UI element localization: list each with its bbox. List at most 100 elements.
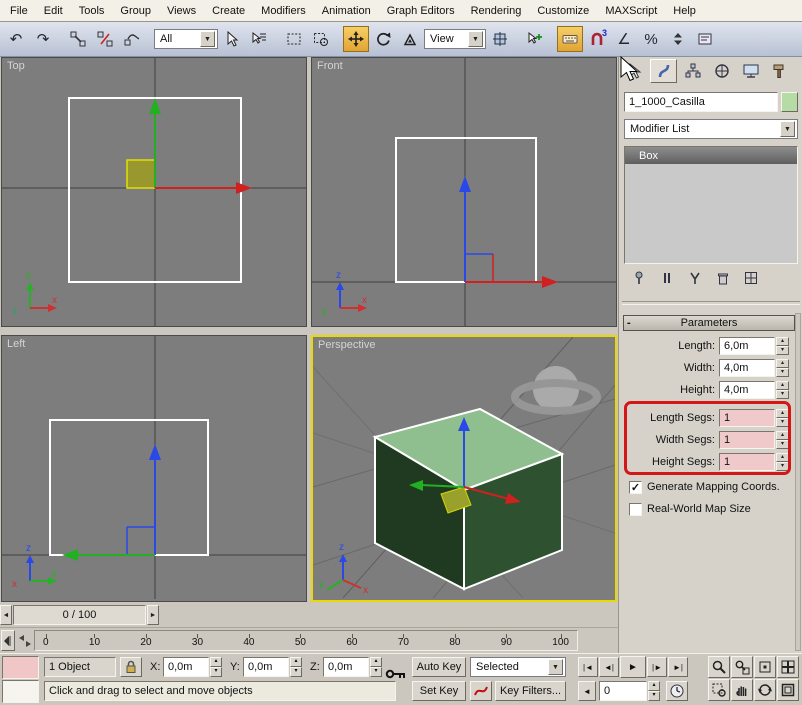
tab-hierarchy[interactable] bbox=[679, 59, 706, 83]
tab-create[interactable] bbox=[621, 59, 648, 83]
select-by-name-button[interactable] bbox=[246, 26, 272, 52]
width-spinner[interactable]: ▴ ▾ bbox=[776, 359, 789, 377]
y-coord-field[interactable]: 0,0m bbox=[243, 657, 289, 677]
rectangular-selection-region-button[interactable] bbox=[281, 26, 307, 52]
remove-modifier-button[interactable] bbox=[711, 268, 735, 288]
height-segs-spinner[interactable]: ▴ ▾ bbox=[776, 453, 789, 471]
length-segs-spinner[interactable]: ▴ ▾ bbox=[776, 409, 789, 427]
zoom-extents-button[interactable] bbox=[754, 656, 776, 678]
height-input[interactable]: 4,0m bbox=[719, 381, 775, 399]
current-frame-spinner[interactable]: ▴ ▾ bbox=[648, 681, 660, 701]
length-input[interactable]: 6,0m bbox=[719, 337, 775, 355]
length-spinner[interactable]: ▴ ▾ bbox=[776, 337, 789, 355]
go-to-end-button[interactable]: ►| bbox=[668, 657, 688, 677]
spinner-snap-button[interactable] bbox=[665, 26, 691, 52]
make-unique-button[interactable] bbox=[683, 268, 707, 288]
key-mode-dropdown[interactable]: Selected ▼ bbox=[470, 657, 566, 677]
macro-recorder-mini-listener[interactable] bbox=[2, 656, 39, 679]
select-and-rotate-button[interactable] bbox=[370, 26, 396, 52]
menu-item-file[interactable]: File bbox=[2, 2, 36, 20]
next-frame-step-button[interactable]: |► bbox=[647, 657, 667, 677]
menu-item-customize[interactable]: Customize bbox=[529, 2, 597, 20]
modifier-list-dropdown[interactable]: Modifier List ▼ bbox=[624, 119, 798, 139]
length-segs-input[interactable]: 1 bbox=[719, 409, 775, 427]
y-coord-spinner[interactable]: ▴ ▾ bbox=[290, 657, 302, 677]
select-and-manipulate-button[interactable] bbox=[522, 26, 548, 52]
auto-key-button[interactable]: Auto Key bbox=[412, 657, 466, 677]
menu-item-help[interactable]: Help bbox=[665, 2, 704, 20]
key-filters-button[interactable]: Key Filters... bbox=[495, 681, 566, 701]
configure-modifier-sets-button[interactable] bbox=[739, 268, 763, 288]
viewport-perspective-canvas[interactable]: z y x bbox=[313, 337, 615, 598]
default-tangents-button[interactable] bbox=[470, 681, 492, 701]
next-frame-button[interactable]: ► bbox=[147, 605, 159, 625]
show-end-result-button[interactable] bbox=[655, 268, 679, 288]
open-mini-curve-editor-button[interactable] bbox=[1, 630, 15, 651]
time-slider[interactable]: 0 / 100 bbox=[13, 605, 146, 625]
select-and-scale-button[interactable] bbox=[397, 26, 423, 52]
menu-item-create[interactable]: Create bbox=[204, 2, 253, 20]
window-crossing-button[interactable] bbox=[308, 26, 334, 52]
zoom-all-button[interactable] bbox=[731, 656, 753, 678]
menu-item-animation[interactable]: Animation bbox=[314, 2, 379, 20]
redo-button[interactable]: ↷ bbox=[30, 26, 56, 52]
go-to-start-button[interactable]: |◄ bbox=[578, 657, 598, 677]
menu-item-views[interactable]: Views bbox=[159, 2, 204, 20]
height-spinner[interactable]: ▴ ▾ bbox=[776, 381, 789, 399]
select-and-move-button[interactable] bbox=[343, 26, 369, 52]
viewport-left-canvas[interactable]: z y x bbox=[2, 336, 306, 599]
keyboard-shortcut-override-button[interactable] bbox=[557, 26, 583, 52]
bind-to-space-warp-button[interactable] bbox=[119, 26, 145, 52]
height-segs-input[interactable]: 1 bbox=[719, 453, 775, 471]
maximize-viewport-toggle-button[interactable] bbox=[777, 679, 799, 701]
menu-item-tools[interactable]: Tools bbox=[71, 2, 113, 20]
x-coord-field[interactable]: 0,0m bbox=[163, 657, 209, 677]
undo-button[interactable]: ↶ bbox=[3, 26, 29, 52]
zoom-button[interactable] bbox=[708, 656, 730, 678]
selection-lock-button[interactable] bbox=[120, 657, 142, 677]
selection-filter-dropdown[interactable]: All ▼ bbox=[154, 29, 218, 49]
parameters-rollout-header[interactable]: - Parameters bbox=[623, 315, 795, 331]
angle-snap-button[interactable]: ∠ bbox=[611, 26, 637, 52]
timeline-ruler[interactable]: 0 10 20 30 40 50 60 70 80 90 100 bbox=[34, 630, 578, 651]
select-and-link-button[interactable] bbox=[65, 26, 91, 52]
zoom-region-button[interactable] bbox=[708, 679, 730, 701]
real-world-map-checkbox[interactable] bbox=[629, 502, 642, 516]
viewport-perspective[interactable]: Perspective z y x bbox=[311, 335, 617, 602]
viewport-left[interactable]: Left z y x bbox=[1, 335, 307, 602]
menu-item-edit[interactable]: Edit bbox=[36, 2, 71, 20]
maxscript-mini-listener[interactable] bbox=[2, 680, 39, 703]
menu-item-graph-editors[interactable]: Graph Editors bbox=[379, 2, 463, 20]
pin-stack-button[interactable] bbox=[627, 268, 651, 288]
generate-mapping-checkbox[interactable]: ✓ bbox=[629, 480, 642, 494]
arc-rotate-button[interactable] bbox=[754, 679, 776, 701]
menu-item-maxscript[interactable]: MAXScript bbox=[597, 2, 665, 20]
menu-item-group[interactable]: Group bbox=[112, 2, 159, 20]
tab-modify[interactable] bbox=[650, 59, 677, 83]
tab-display[interactable] bbox=[737, 59, 764, 83]
use-pivot-center-button[interactable] bbox=[487, 26, 513, 52]
previous-key-button[interactable]: ◄| bbox=[599, 657, 619, 677]
modifier-stack-entry-box[interactable]: Box bbox=[625, 147, 797, 164]
set-key-button[interactable]: Set Key bbox=[412, 681, 466, 701]
viewport-top[interactable]: Top y x z bbox=[1, 57, 307, 327]
width-segs-input[interactable]: 1 bbox=[719, 431, 775, 449]
viewport-front[interactable]: Front z x y bbox=[311, 57, 617, 327]
edit-named-selection-sets-button[interactable] bbox=[692, 26, 718, 52]
menu-item-modifiers[interactable]: Modifiers bbox=[253, 2, 314, 20]
tab-motion[interactable] bbox=[708, 59, 735, 83]
width-input[interactable]: 4,0m bbox=[719, 359, 775, 377]
width-segs-spinner[interactable]: ▴ ▾ bbox=[776, 431, 789, 449]
panel-scrollbar[interactable] bbox=[795, 313, 801, 651]
snaps-toggle-button[interactable]: 3 bbox=[584, 26, 610, 52]
key-mode-toggle-button[interactable]: ◄ bbox=[578, 681, 596, 701]
modifier-stack[interactable]: Box bbox=[624, 146, 798, 264]
pan-view-button[interactable] bbox=[731, 679, 753, 701]
z-coord-field[interactable]: 0,0m bbox=[323, 657, 369, 677]
percent-snap-button[interactable]: % bbox=[638, 26, 664, 52]
x-coord-spinner[interactable]: ▴ ▾ bbox=[210, 657, 222, 677]
object-color-swatch[interactable] bbox=[781, 92, 798, 112]
current-frame-field[interactable]: 0 bbox=[599, 681, 647, 701]
object-name-field[interactable]: 1_1000_Casilla bbox=[624, 92, 778, 112]
play-animation-button[interactable]: ► bbox=[620, 656, 646, 678]
